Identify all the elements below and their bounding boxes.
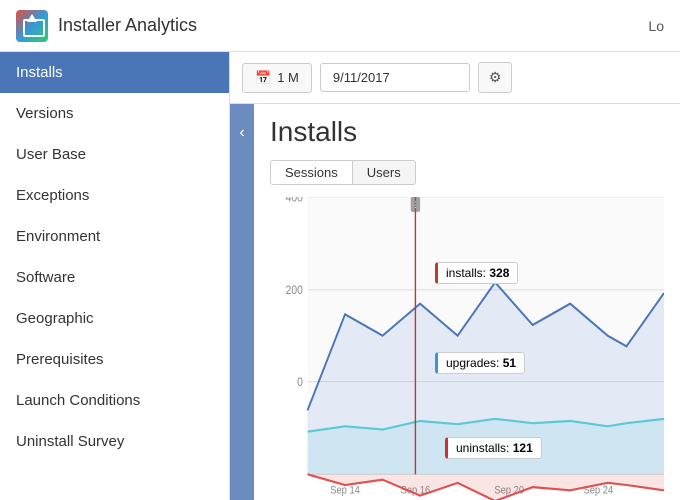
tab-bar: SessionsUsers xyxy=(270,160,664,185)
tab-users[interactable]: Users xyxy=(353,160,416,185)
sidebar-item-prerequisites[interactable]: Prerequisites xyxy=(0,339,229,380)
period-button[interactable]: 📅 1 M xyxy=(242,63,312,93)
tab-sessions[interactable]: Sessions xyxy=(270,160,353,185)
page-title: Installs xyxy=(270,116,664,148)
sidebar-item-user-base[interactable]: User Base xyxy=(0,134,229,175)
sidebar-item-geographic[interactable]: Geographic xyxy=(0,298,229,339)
chart-svg: 400 200 0 Sep 14 Sep 16 Sep 20 Sep 24 xyxy=(270,197,664,500)
header-left: Installer Analytics xyxy=(16,10,197,42)
sidebar-item-software[interactable]: Software xyxy=(0,257,229,298)
app-title: Installer Analytics xyxy=(58,15,197,36)
chart-panel: Installs SessionsUsers 400 xyxy=(254,104,680,500)
svg-text:200: 200 xyxy=(286,285,303,298)
svg-text:0: 0 xyxy=(297,376,303,389)
main-panel: 📅 1 M ⚙ ‹ Installs SessionsUsers xyxy=(230,52,680,500)
app-logo-icon xyxy=(16,10,48,42)
sidebar-item-environment[interactable]: Environment xyxy=(0,216,229,257)
sidebar-item-versions[interactable]: Versions xyxy=(0,93,229,134)
svg-text:⋮: ⋮ xyxy=(412,200,419,210)
svg-text:Sep 14: Sep 14 xyxy=(330,485,360,497)
calendar-icon: 📅 xyxy=(255,70,271,86)
content-area: ‹ Installs SessionsUsers xyxy=(230,104,680,500)
date-range-input[interactable] xyxy=(320,63,470,92)
sidebar: InstallsVersionsUser BaseExceptionsEnvir… xyxy=(0,52,230,500)
toolbar: 📅 1 M ⚙ xyxy=(230,52,680,104)
sidebar-item-uninstall-survey[interactable]: Uninstall Survey xyxy=(0,421,229,462)
period-label: 1 M xyxy=(277,70,299,85)
sidebar-item-launch-conditions[interactable]: Launch Conditions xyxy=(0,380,229,421)
app-header: Installer Analytics Lo xyxy=(0,0,680,52)
sidebar-item-installs[interactable]: Installs xyxy=(0,52,229,93)
sidebar-collapse-button[interactable]: ‹ xyxy=(230,104,254,500)
svg-text:400: 400 xyxy=(286,197,303,204)
main-layout: InstallsVersionsUser BaseExceptionsEnvir… xyxy=(0,52,680,500)
settings-button[interactable]: ⚙ xyxy=(478,62,513,93)
sidebar-item-exceptions[interactable]: Exceptions xyxy=(0,175,229,216)
chart-container: 400 200 0 Sep 14 Sep 16 Sep 20 Sep 24 xyxy=(270,197,664,500)
header-login[interactable]: Lo xyxy=(648,18,664,34)
settings-icon: ⚙ xyxy=(489,69,502,85)
